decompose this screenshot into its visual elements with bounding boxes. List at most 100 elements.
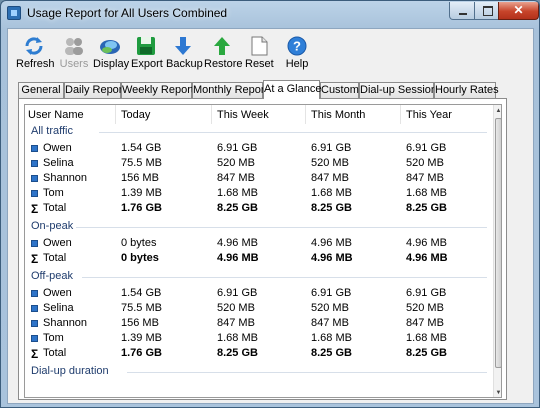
refresh-button[interactable]: Refresh bbox=[16, 35, 55, 75]
users-button: Users bbox=[59, 35, 89, 75]
value-cell-today: 1.39 MB bbox=[121, 187, 162, 199]
value-cell-today: 1.76 GB bbox=[121, 202, 162, 214]
value-cell-today: 1.39 MB bbox=[121, 332, 162, 344]
section-divider bbox=[81, 277, 487, 278]
user-name-cell: Tom bbox=[43, 332, 64, 344]
value-cell-this-week: 6.91 GB bbox=[217, 287, 258, 299]
tab-monthly-report[interactable]: Monthly Report bbox=[192, 82, 268, 98]
users-icon bbox=[63, 35, 85, 57]
user-name-cell: Shannon bbox=[43, 317, 88, 329]
display-button-label: Display bbox=[93, 58, 130, 70]
value-cell-this-month: 1.68 MB bbox=[311, 187, 352, 199]
value-cell-this-week: 520 MB bbox=[217, 157, 255, 169]
user-name-cell: Owen bbox=[43, 237, 72, 249]
display-button[interactable]: Display bbox=[93, 35, 130, 75]
user-icon bbox=[31, 160, 38, 167]
value-cell-this-month: 1.68 MB bbox=[311, 332, 352, 344]
value-cell-this-week: 847 MB bbox=[217, 172, 255, 184]
value-cell-this-year: 6.91 GB bbox=[406, 287, 447, 299]
column-header-this-week[interactable]: This Week bbox=[211, 105, 269, 124]
value-cell-this-month: 8.25 GB bbox=[311, 347, 352, 359]
user-icon bbox=[31, 175, 38, 182]
close-button[interactable]: ✕ bbox=[498, 2, 539, 20]
value-cell-this-month: 4.96 MB bbox=[311, 237, 352, 249]
section-title: Dial-up duration bbox=[31, 365, 109, 377]
backup-icon bbox=[172, 35, 194, 57]
reset-icon bbox=[248, 35, 270, 57]
value-cell-this-year: 847 MB bbox=[406, 172, 444, 184]
value-cell-today: 156 MB bbox=[121, 172, 159, 184]
section-divider bbox=[76, 227, 487, 228]
scroll-up-arrow-icon[interactable]: ▲ bbox=[494, 105, 501, 117]
value-cell-today: 156 MB bbox=[121, 317, 159, 329]
value-cell-today: 75.5 MB bbox=[121, 157, 162, 169]
help-icon: ? bbox=[286, 35, 308, 57]
value-cell-this-month: 6.91 GB bbox=[311, 142, 352, 154]
column-header-user-name[interactable]: User Name bbox=[28, 109, 84, 121]
section-title: Off-peak bbox=[31, 270, 73, 282]
restore-button-label: Restore bbox=[204, 58, 243, 70]
tab-dial-up-sessions[interactable]: Dial-up Sessions bbox=[359, 82, 443, 98]
app-icon bbox=[7, 6, 21, 20]
client-area: Refresh Users Display Export Backup Restore Re… bbox=[7, 28, 534, 404]
value-cell-this-week: 520 MB bbox=[217, 302, 255, 314]
app-window: Usage Report for All Users Combined ✕ Re… bbox=[0, 0, 540, 408]
reset-button[interactable]: Reset bbox=[245, 35, 274, 75]
user-icon bbox=[31, 240, 38, 247]
column-header-today[interactable]: Today bbox=[114, 105, 150, 124]
value-cell-this-week: 8.25 GB bbox=[217, 347, 258, 359]
window-title: Usage Report for All Users Combined bbox=[27, 6, 228, 20]
value-cell-today: 0 bytes bbox=[121, 237, 157, 249]
vertical-scrollbar[interactable]: ▲ ▼ bbox=[493, 105, 501, 397]
user-name-cell: Total bbox=[43, 347, 67, 359]
value-cell-this-year: 8.25 GB bbox=[406, 347, 447, 359]
value-cell-this-week: 1.68 MB bbox=[217, 332, 258, 344]
value-cell-this-week: 1.68 MB bbox=[217, 187, 258, 199]
value-cell-this-year: 4.96 MB bbox=[406, 252, 448, 264]
tab-hourly-rates[interactable]: Hourly Rates bbox=[434, 82, 499, 98]
svg-text:?: ? bbox=[293, 39, 301, 54]
column-header-this-month[interactable]: This Month bbox=[304, 105, 365, 124]
save-icon bbox=[135, 35, 157, 57]
column-header-this-year[interactable]: This Year bbox=[400, 105, 452, 124]
backup-button[interactable]: Backup bbox=[166, 35, 203, 75]
value-cell-this-year: 847 MB bbox=[406, 317, 444, 329]
value-cell-this-month: 6.91 GB bbox=[311, 287, 352, 299]
user-icon bbox=[31, 335, 38, 342]
scroll-down-arrow-icon[interactable]: ▼ bbox=[494, 387, 501, 397]
value-cell-this-month: 4.96 MB bbox=[311, 252, 353, 264]
tab-custom[interactable]: Custom bbox=[320, 82, 359, 98]
sigma-icon: Σ bbox=[31, 252, 39, 266]
grid-header: User Name Today This Week This Month This Ye… bbox=[25, 105, 493, 124]
tab-weekly-report[interactable]: Weekly Report bbox=[121, 82, 194, 98]
value-cell-today: 1.76 GB bbox=[121, 347, 162, 359]
export-button-label: Export bbox=[131, 58, 163, 70]
value-cell-today: 1.54 GB bbox=[121, 142, 162, 154]
refresh-icon bbox=[23, 35, 45, 57]
value-cell-today: 0 bytes bbox=[121, 252, 159, 264]
tab-at-a-glance[interactable]: At a Glance bbox=[263, 80, 321, 99]
title-bar[interactable]: Usage Report for All Users Combined ✕ bbox=[1, 1, 539, 27]
minimize-button[interactable] bbox=[449, 2, 475, 20]
user-icon bbox=[31, 145, 38, 152]
backup-button-label: Backup bbox=[166, 58, 203, 70]
tab-daily-report[interactable]: Daily Report bbox=[64, 82, 126, 98]
usage-grid: User Name Today This Week This Month This Ye… bbox=[24, 104, 502, 398]
section-title: All traffic bbox=[31, 125, 73, 137]
user-name-cell: Owen bbox=[43, 142, 72, 154]
sigma-icon: Σ bbox=[31, 202, 39, 216]
maximize-button[interactable] bbox=[474, 2, 499, 20]
restore-button[interactable]: Restore bbox=[204, 35, 243, 75]
tab-general[interactable]: General bbox=[18, 82, 64, 98]
scroll-thumb[interactable] bbox=[495, 118, 501, 368]
user-name-cell: Shannon bbox=[43, 172, 88, 184]
value-cell-this-week: 847 MB bbox=[217, 317, 255, 329]
user-name-cell: Tom bbox=[43, 187, 64, 199]
export-button[interactable]: Export bbox=[131, 35, 163, 75]
users-button-label: Users bbox=[59, 58, 89, 70]
value-cell-this-week: 4.96 MB bbox=[217, 252, 259, 264]
value-cell-this-week: 6.91 GB bbox=[217, 142, 258, 154]
refresh-button-label: Refresh bbox=[16, 58, 55, 70]
user-icon bbox=[31, 320, 38, 327]
help-button[interactable]: ? Help bbox=[285, 35, 309, 75]
